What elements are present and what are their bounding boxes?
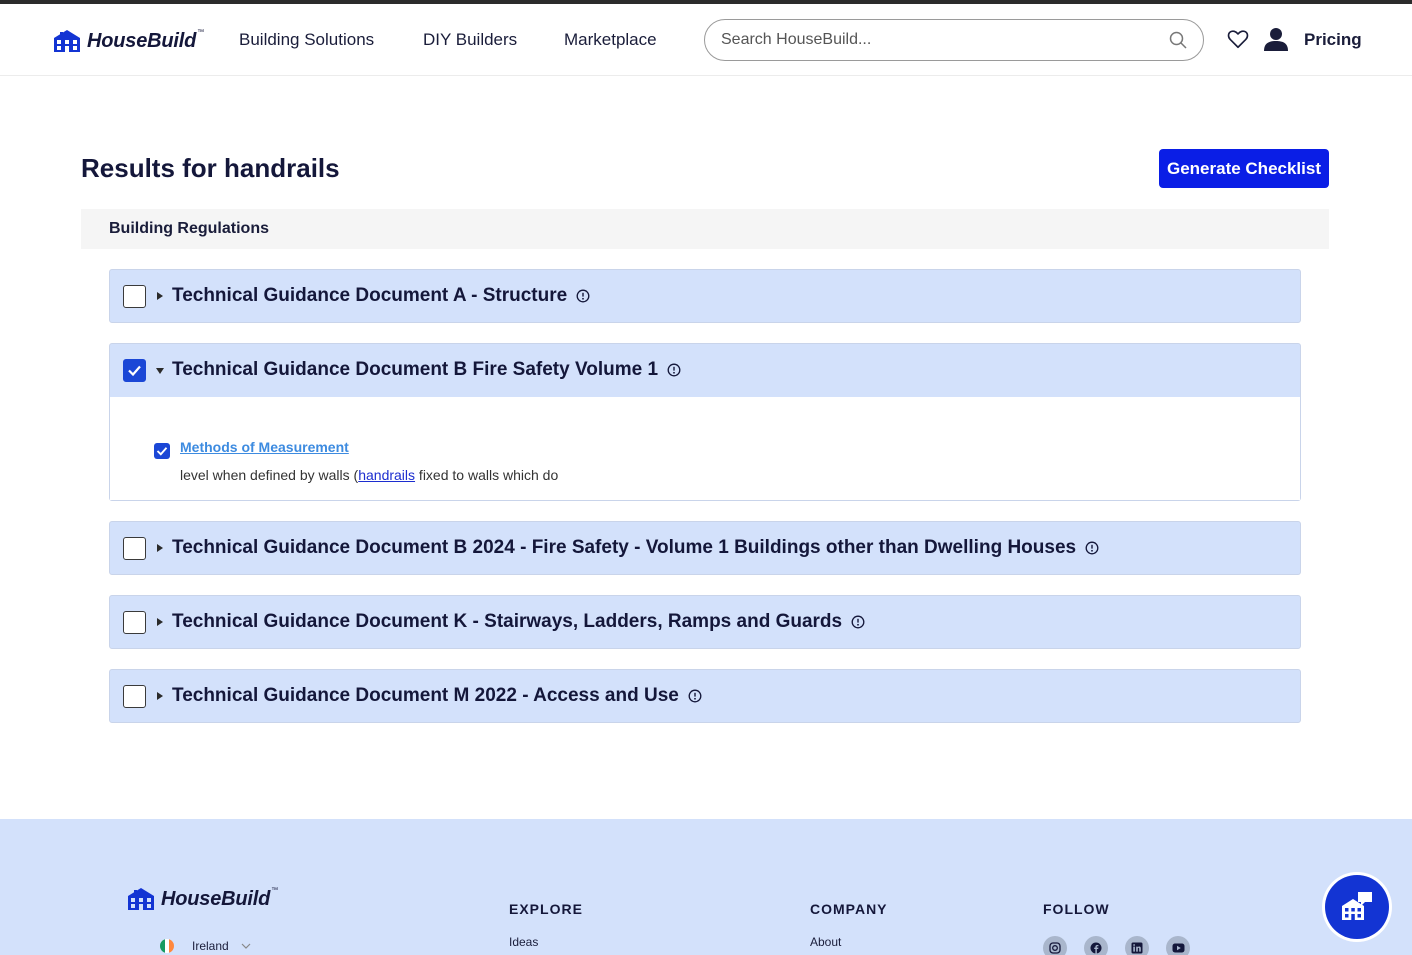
caret-right-icon[interactable] <box>157 692 163 700</box>
snippet-before: level when defined by walls ( <box>180 467 359 483</box>
result-link[interactable]: Methods of Measurement <box>180 439 349 455</box>
result-snippet: level when defined by walls (handrails f… <box>180 467 558 483</box>
search-box <box>704 19 1204 61</box>
document-accordion: Technical Guidance Document K - Stairway… <box>109 595 1301 649</box>
document-checkbox-checked[interactable] <box>123 359 146 382</box>
document-title: Technical Guidance Document B Fire Safet… <box>172 359 681 381</box>
checkmark-icon <box>128 365 141 377</box>
footer-link-about[interactable]: About <box>810 935 841 949</box>
heart-icon[interactable] <box>1227 28 1249 50</box>
country-selector[interactable]: Ireland <box>160 939 251 953</box>
chat-house-icon <box>1342 892 1372 920</box>
caret-right-icon[interactable] <box>157 544 163 552</box>
logo-text: HouseBuild <box>87 29 197 52</box>
instagram-icon[interactable] <box>1043 936 1067 955</box>
document-accordion: Technical Guidance Document M 2022 - Acc… <box>109 669 1301 723</box>
ireland-flag-icon <box>160 939 174 953</box>
snippet-highlight-link[interactable]: handrails <box>358 467 415 483</box>
footer-logo-text: HouseBuild <box>161 887 271 910</box>
accordion-header[interactable]: Technical Guidance Document K - Stairway… <box>110 596 1300 648</box>
accordion-header[interactable]: Technical Guidance Document B Fire Safet… <box>110 344 1300 396</box>
nav-building-solutions[interactable]: Building Solutions <box>239 30 374 50</box>
document-title: Technical Guidance Document M 2022 - Acc… <box>172 685 702 707</box>
document-title-text: Technical Guidance Document K - Stairway… <box>172 611 843 632</box>
nav-diy-builders[interactable]: DIY Builders <box>423 30 517 50</box>
house-logo-icon <box>128 888 154 910</box>
user-icon[interactable] <box>1263 26 1289 52</box>
document-title: Technical Guidance Document A - Structur… <box>172 285 590 307</box>
search-input[interactable] <box>721 20 1161 60</box>
page-title: Results for handrails <box>81 153 340 183</box>
document-title-text: Technical Guidance Document B Fire Safet… <box>172 359 659 380</box>
caret-down-icon[interactable] <box>156 368 164 374</box>
caret-right-icon[interactable] <box>157 618 163 626</box>
youtube-icon[interactable] <box>1166 936 1190 955</box>
country-label: Ireland <box>192 939 229 953</box>
document-accordion: Technical Guidance Document A - Structur… <box>109 269 1301 323</box>
document-accordion: Technical Guidance Document B 2024 - Fir… <box>109 521 1301 575</box>
facebook-icon[interactable] <box>1084 936 1108 955</box>
footer-logo-trademark: ™ <box>271 886 279 894</box>
document-title: Technical Guidance Document K - Stairway… <box>172 611 865 633</box>
snippet-after: fixed to walls which do <box>415 467 559 483</box>
accordion-header[interactable]: Technical Guidance Document B 2024 - Fir… <box>110 522 1300 574</box>
document-title: Technical Guidance Document B 2024 - Fir… <box>172 537 1099 559</box>
explore-heading: EXPLORE <box>509 901 583 917</box>
info-icon[interactable] <box>667 363 681 377</box>
document-checkbox[interactable] <box>123 285 146 308</box>
document-title-text: Technical Guidance Document M 2022 - Acc… <box>172 685 679 706</box>
accordion-header[interactable]: Technical Guidance Document A - Structur… <box>110 270 1300 322</box>
document-checkbox[interactable] <box>123 537 146 560</box>
section-header: Building Regulations <box>81 209 1329 249</box>
site-header: HouseBuild ™ Building Solutions DIY Buil… <box>0 4 1412 76</box>
info-icon[interactable] <box>1085 541 1099 555</box>
site-footer: HouseBuild ™ Ireland EXPLORE Ideas COMPA… <box>0 819 1412 955</box>
footer-logo[interactable]: HouseBuild ™ <box>126 887 278 911</box>
company-heading: COMPANY <box>810 901 888 917</box>
linkedin-icon[interactable] <box>1125 936 1149 955</box>
document-checkbox[interactable] <box>123 685 146 708</box>
chat-support-button[interactable] <box>1325 875 1389 939</box>
info-icon[interactable] <box>851 615 865 629</box>
accordion-body: Methods of Measurement level when define… <box>110 396 1300 500</box>
accordion-header[interactable]: Technical Guidance Document M 2022 - Acc… <box>110 670 1300 722</box>
document-title-text: Technical Guidance Document A - Structur… <box>172 285 568 306</box>
document-title-text: Technical Guidance Document B 2024 - Fir… <box>172 537 1077 558</box>
nav-marketplace[interactable]: Marketplace <box>564 30 657 50</box>
search-icon[interactable] <box>1169 31 1187 49</box>
generate-checklist-button[interactable]: Generate Checklist <box>1159 149 1329 188</box>
document-checkbox[interactable] <box>123 611 146 634</box>
logo-trademark: ™ <box>197 28 205 36</box>
result-checkbox-checked[interactable] <box>154 443 170 459</box>
housebuild-logo[interactable]: HouseBuild ™ <box>52 26 204 56</box>
chevron-down-icon <box>241 943 251 949</box>
house-logo-icon <box>54 30 80 52</box>
caret-right-icon[interactable] <box>157 292 163 300</box>
document-accordion-expanded: Technical Guidance Document B Fire Safet… <box>109 343 1301 501</box>
footer-link-ideas[interactable]: Ideas <box>509 935 538 949</box>
section-label: Building Regulations <box>109 220 269 237</box>
follow-heading: FOLLOW <box>1043 901 1110 917</box>
checkmark-icon <box>156 447 168 456</box>
info-icon[interactable] <box>688 689 702 703</box>
pricing-link[interactable]: Pricing <box>1304 30 1362 50</box>
info-icon[interactable] <box>576 289 590 303</box>
